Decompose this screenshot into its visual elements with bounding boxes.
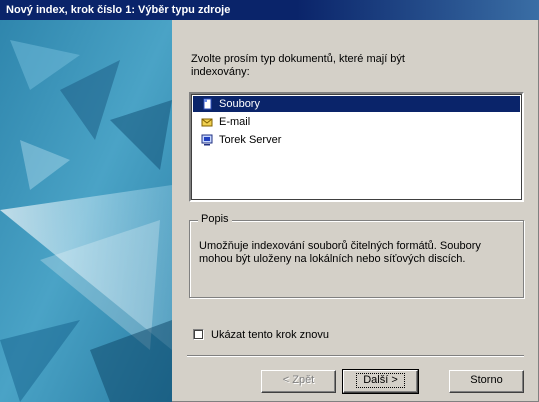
button-separator — [187, 355, 524, 357]
wizard-content: Zvolte prosím typ dokumentů, které mají … — [187, 20, 538, 401]
list-item-label: Torek Server — [219, 134, 282, 146]
list-item-label: E-mail — [219, 116, 251, 128]
mail-icon — [201, 116, 213, 128]
wizard-window: Nový index, krok číslo 1: Výběr typu zdr… — [0, 0, 539, 402]
cancel-button[interactable]: Storno — [449, 370, 524, 393]
server-icon — [201, 134, 213, 146]
list-item-server[interactable]: Torek Server — [193, 132, 520, 148]
file-icon — [201, 98, 213, 110]
document-type-list[interactable]: Soubory E-mail Torek Server — [189, 92, 524, 202]
list-item-email[interactable]: E-mail — [193, 114, 520, 130]
next-button[interactable]: Další > — [342, 369, 419, 394]
description-text: Umožňuje indexování souborů čitelných fo… — [199, 240, 481, 265]
window-title: Nový index, krok číslo 1: Výběr typu zdr… — [0, 0, 539, 20]
next-button-label: Další > — [356, 373, 405, 388]
list-item-label: Soubory — [219, 98, 260, 110]
list-item-files[interactable]: Soubory — [193, 96, 520, 112]
show-step-checkbox[interactable] — [193, 329, 204, 340]
wizard-banner-image — [0, 20, 172, 402]
instruction-text: Zvolte prosím typ dokumentů, které mají … — [191, 53, 405, 78]
show-step-checkbox-label[interactable]: Ukázat tento krok znovu — [211, 328, 329, 342]
back-button[interactable]: < Zpět — [261, 370, 336, 393]
description-group: Popis Umožňuje indexování souborů čiteln… — [189, 213, 524, 298]
description-legend: Popis — [198, 213, 232, 225]
banner-graphic — [0, 20, 172, 402]
